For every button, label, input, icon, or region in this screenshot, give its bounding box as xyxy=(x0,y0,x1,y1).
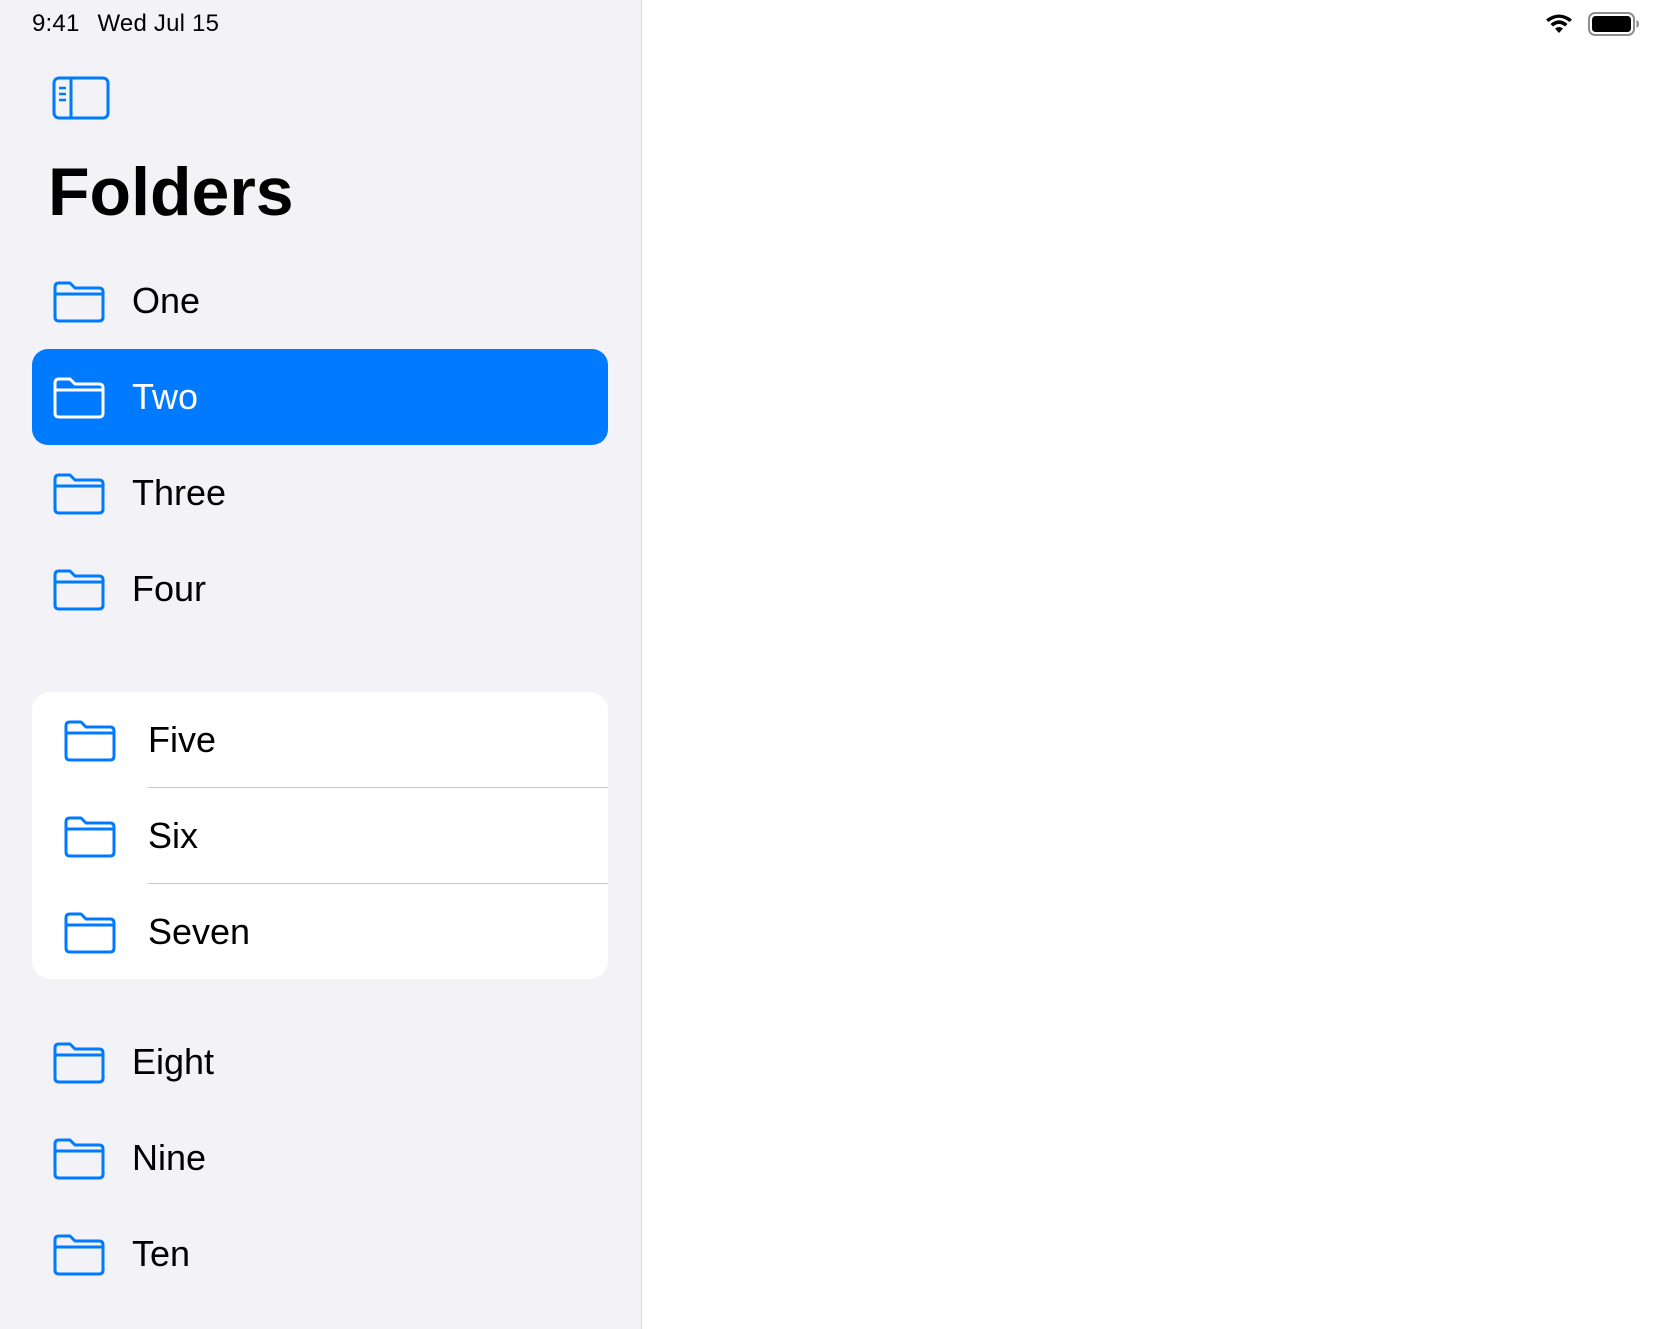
folder-icon xyxy=(50,567,108,611)
sidebar-item-label: Seven xyxy=(148,911,251,952)
battery-icon xyxy=(1588,12,1640,41)
sidebar-item-nine[interactable]: Nine xyxy=(32,1110,608,1206)
sidebar-item-ten[interactable]: Ten xyxy=(32,1206,608,1302)
folder-icon xyxy=(61,910,119,954)
folder-icon xyxy=(50,471,108,515)
sidebar-item-three[interactable]: Three xyxy=(32,445,608,541)
folder-icon xyxy=(61,718,119,762)
page-title: Folders xyxy=(48,154,294,230)
sidebar-item-label: Two xyxy=(132,376,199,417)
sidebar: 9:41 Wed Jul 15 Folders One Two Three Fo… xyxy=(0,0,642,1329)
sidebar-item-label: Ten xyxy=(132,1233,191,1274)
ipad-screen: 9:41 Wed Jul 15 Folders One Two Three Fo… xyxy=(0,0,1668,1329)
status-date: Wed Jul 15 xyxy=(97,10,220,37)
detail-pane xyxy=(642,0,1668,1329)
folder-icon xyxy=(50,1136,108,1180)
sidebar-item-label: Nine xyxy=(132,1137,207,1178)
folder-icon xyxy=(50,1232,108,1276)
sidebar-item-label: Eight xyxy=(132,1041,215,1082)
sidebar-item-label: Five xyxy=(148,719,217,760)
sidebar-item-four[interactable]: Four xyxy=(32,541,608,637)
sidebar-item-six[interactable]: Six xyxy=(32,788,608,884)
folder-icon xyxy=(61,814,119,858)
status-bar-time: 9:41 Wed Jul 15 xyxy=(32,10,237,38)
folder-icon xyxy=(50,375,108,419)
sidebar-toggle-icon[interactable] xyxy=(52,76,110,120)
status-time: 9:41 xyxy=(32,10,80,37)
sidebar-item-one[interactable]: One xyxy=(32,253,608,349)
folder-icon xyxy=(50,1040,108,1084)
status-bar-indicators xyxy=(1544,12,1640,41)
wifi-icon xyxy=(1544,13,1574,40)
sidebar-item-five[interactable]: Five xyxy=(32,692,608,788)
sidebar-item-seven[interactable]: Seven xyxy=(32,884,608,979)
sidebar-item-label: Six xyxy=(148,815,199,856)
sidebar-item-label: Three xyxy=(132,472,227,513)
sidebar-item-two[interactable]: Two xyxy=(32,349,608,445)
sidebar-item-label: One xyxy=(132,280,201,321)
sidebar-item-eight[interactable]: Eight xyxy=(32,1014,608,1110)
folder-group: Five Six Seven xyxy=(32,692,608,979)
folder-icon xyxy=(50,279,108,323)
sidebar-item-label: Four xyxy=(132,568,207,609)
